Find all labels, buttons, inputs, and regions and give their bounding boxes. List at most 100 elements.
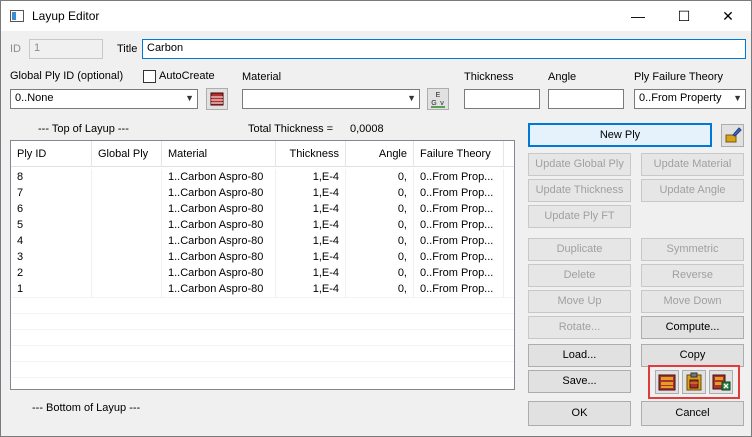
- ok-button[interactable]: OK: [528, 401, 631, 426]
- close-button[interactable]: ✕: [705, 1, 751, 31]
- duplicate-button[interactable]: Duplicate: [528, 238, 631, 261]
- cell-global-ply: [92, 201, 162, 217]
- window-title: Layup Editor: [32, 9, 100, 23]
- table-row[interactable]: 7 1..Carbon Aspro-80 1,E-4 0, 0..From Prop..…: [11, 185, 514, 201]
- table-row[interactable]: 3 1..Carbon Aspro-80 1,E-4 0, 0..From Prop..…: [11, 249, 514, 265]
- export-layup-icon[interactable]: [709, 370, 733, 394]
- update-global-ply-button[interactable]: Update Global Ply: [528, 153, 631, 176]
- autocreate-label: AutoCreate: [159, 70, 215, 82]
- column-header-global-ply[interactable]: Global Ply: [92, 141, 162, 167]
- cell-angle: 0,: [346, 201, 414, 217]
- cell-angle: 0,: [346, 281, 414, 297]
- empty-row: [11, 313, 514, 329]
- column-header-failure-theory[interactable]: Failure Theory: [414, 141, 504, 167]
- cell-material: 1..Carbon Aspro-80: [162, 233, 276, 249]
- update-ply-ft-button[interactable]: Update Ply FT: [528, 205, 631, 228]
- maximize-button[interactable]: ☐: [661, 1, 707, 31]
- material-select[interactable]: ▼: [242, 89, 420, 109]
- svg-text:G: G: [431, 100, 436, 107]
- cell-ply-id: 7: [11, 185, 92, 201]
- move-up-button[interactable]: Move Up: [528, 290, 631, 313]
- cell-global-ply: [92, 185, 162, 201]
- failure-theory-label: Ply Failure Theory: [634, 71, 724, 83]
- global-ply-select[interactable]: 0..None ▼: [10, 89, 198, 109]
- cell-thickness: 1,E-4: [276, 233, 346, 249]
- top-of-layup-label: --- Top of Layup ---: [38, 123, 129, 135]
- cell-ply-id: 5: [11, 217, 92, 233]
- cell-global-ply: [92, 249, 162, 265]
- cell-angle: 0,: [346, 217, 414, 233]
- paste-layup-icon[interactable]: [682, 370, 706, 394]
- failure-theory-select[interactable]: 0..From Property ▼: [634, 89, 746, 109]
- reverse-button[interactable]: Reverse: [641, 264, 744, 287]
- cell-material: 1..Carbon Aspro-80: [162, 201, 276, 217]
- cell-thickness: 1,E-4: [276, 217, 346, 233]
- column-header-ply-id[interactable]: Ply ID: [11, 141, 92, 167]
- cell-angle: 0,: [346, 185, 414, 201]
- table-header: Ply ID Global Ply Material Thickness Ang…: [11, 141, 514, 167]
- minimize-button[interactable]: —: [615, 1, 661, 31]
- global-ply-label: Global Ply ID (optional): [10, 70, 124, 82]
- symmetric-button[interactable]: Symmetric: [641, 238, 744, 261]
- layer-stack-icon[interactable]: [206, 88, 228, 110]
- thickness-input[interactable]: [464, 89, 540, 109]
- update-angle-button[interactable]: Update Angle: [641, 179, 744, 202]
- svg-text:ν: ν: [440, 100, 444, 107]
- cell-ply-id: 4: [11, 233, 92, 249]
- table-row[interactable]: 2 1..Carbon Aspro-80 1,E-4 0, 0..From Prop..…: [11, 265, 514, 281]
- move-down-button[interactable]: Move Down: [641, 290, 744, 313]
- cell-thickness: 1,E-4: [276, 281, 346, 297]
- layup-editor-window: Layup Editor — ☐ ✕ ID 1 Title Carbon Glo…: [0, 0, 752, 437]
- title-bar: Layup Editor — ☐ ✕: [1, 1, 751, 31]
- column-header-thickness[interactable]: Thickness: [276, 141, 346, 167]
- cell-material: 1..Carbon Aspro-80: [162, 217, 276, 233]
- ply-table[interactable]: Ply ID Global Ply Material Thickness Ang…: [10, 140, 515, 390]
- load-button[interactable]: Load...: [528, 344, 631, 367]
- table-row[interactable]: 6 1..Carbon Aspro-80 1,E-4 0, 0..From Prop..…: [11, 201, 514, 217]
- empty-row: [11, 361, 514, 377]
- total-thickness-value: 0,0008: [350, 123, 384, 135]
- id-field: 1: [29, 39, 103, 59]
- delete-button[interactable]: Delete: [528, 264, 631, 287]
- material-egv-icon[interactable]: E G ν: [427, 88, 449, 110]
- cell-global-ply: [92, 217, 162, 233]
- cell-material: 1..Carbon Aspro-80: [162, 185, 276, 201]
- save-button[interactable]: Save...: [528, 370, 631, 393]
- update-thickness-button[interactable]: Update Thickness: [528, 179, 631, 202]
- compute-button[interactable]: Compute...: [641, 316, 744, 339]
- empty-row: [11, 297, 514, 313]
- table-row[interactable]: 4 1..Carbon Aspro-80 1,E-4 0, 0..From Prop..…: [11, 233, 514, 249]
- copy-button[interactable]: Copy: [641, 344, 744, 367]
- chevron-down-icon: ▼: [185, 93, 194, 103]
- global-ply-value: 0..None: [15, 92, 54, 104]
- cell-failure-theory: 0..From Prop...: [414, 217, 504, 233]
- update-material-button[interactable]: Update Material: [641, 153, 744, 176]
- table-row[interactable]: 1 1..Carbon Aspro-80 1,E-4 0, 0..From Prop..…: [11, 281, 514, 297]
- failure-theory-value: 0..From Property: [639, 92, 722, 104]
- layup-stack-icon[interactable]: [655, 370, 679, 394]
- app-icon: [10, 10, 24, 22]
- empty-row: [11, 377, 514, 389]
- autocreate-checkbox[interactable]: [143, 70, 156, 83]
- paint-brush-icon[interactable]: [721, 124, 744, 147]
- angle-input[interactable]: [548, 89, 624, 109]
- thickness-label: Thickness: [464, 71, 514, 83]
- new-ply-button[interactable]: New Ply: [528, 123, 712, 147]
- column-header-material[interactable]: Material: [162, 141, 276, 167]
- cell-global-ply: [92, 169, 162, 185]
- rotate-button[interactable]: Rotate...: [528, 316, 631, 339]
- new-ply-label: New Ply: [599, 129, 641, 141]
- cell-global-ply: [92, 281, 162, 297]
- svg-text:E: E: [436, 92, 441, 99]
- table-row[interactable]: 5 1..Carbon Aspro-80 1,E-4 0, 0..From Prop..…: [11, 217, 514, 233]
- cell-ply-id: 6: [11, 201, 92, 217]
- cell-global-ply: [92, 265, 162, 281]
- column-header-angle[interactable]: Angle: [346, 141, 414, 167]
- cancel-button[interactable]: Cancel: [641, 401, 744, 426]
- table-row[interactable]: 8 1..Carbon Aspro-80 1,E-4 0, 0..From Prop..…: [11, 169, 514, 185]
- cell-failure-theory: 0..From Prop...: [414, 185, 504, 201]
- cell-material: 1..Carbon Aspro-80: [162, 169, 276, 185]
- cell-failure-theory: 0..From Prop...: [414, 169, 504, 185]
- cell-failure-theory: 0..From Prop...: [414, 265, 504, 281]
- title-field[interactable]: Carbon: [142, 39, 746, 59]
